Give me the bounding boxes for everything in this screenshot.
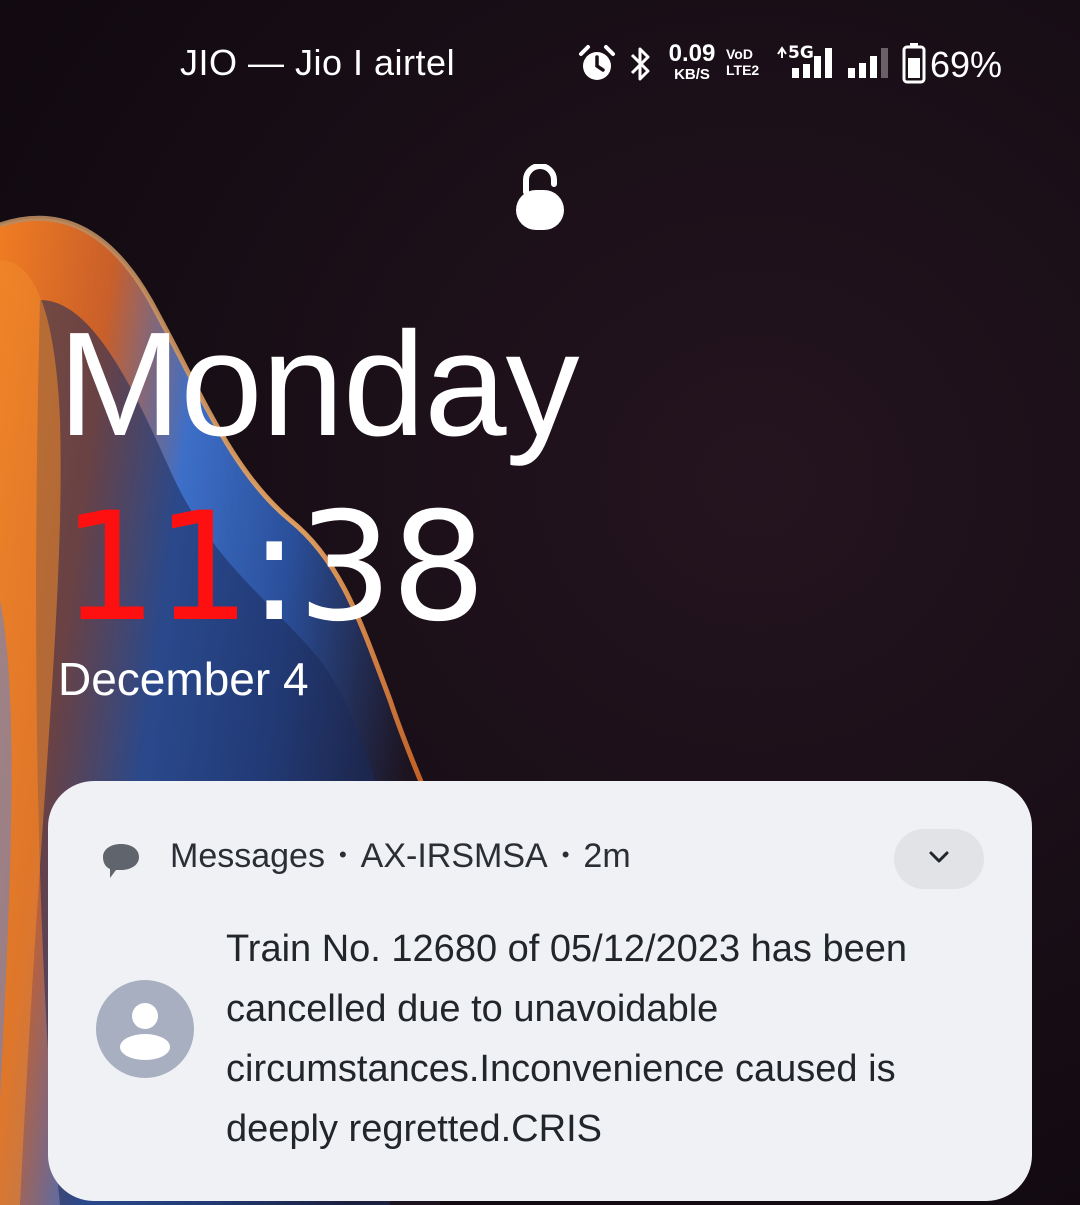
sim1-network-label: 5G [788,43,814,63]
signal-sim1-icon: 5G [774,42,838,87]
network-speed-unit: KB/S [674,66,710,83]
battery-icon [902,42,926,89]
date-label: December 4 [58,653,309,705]
volte-bottom-label: LTE2 [726,62,760,78]
chevron-down-icon [927,849,951,870]
carrier-label: JIO — Jio I airtel [180,42,456,83]
lock-clock: 11:38 [62,488,486,648]
weekday-label: Monday [58,302,580,467]
lock-icon[interactable] [514,163,566,237]
time-ago: 2m [583,837,631,875]
app-name: Messages [170,837,325,875]
message-notification[interactable]: Messages • AX-IRSMSA • 2m Train No. 12680 of… [48,781,1032,1201]
network-speed: 0.09 KB/S [664,40,720,83]
volte-indicator: VoD LTE2 [726,46,759,78]
bluetooth-icon [628,44,654,89]
clock-minutes: 38 [297,481,486,655]
avatar [96,980,194,1078]
notification-meta: Messages • AX-IRSMSA • 2m [170,837,631,876]
notification-header: Messages • AX-IRSMSA • 2m [48,781,1032,931]
lock-screen: JIO — Jio I airtel 0.09 KB/S VoD LTE2 5G… [0,0,1080,1205]
expand-button[interactable] [894,829,984,889]
messages-icon [100,841,142,886]
sender-name: AX-IRSMSA [360,837,548,875]
notification-body: Train No. 12680 of 05/12/2023 has been c… [226,928,907,1150]
meta-separator: • [338,842,347,867]
clock-separator: : [248,481,300,655]
alarm-icon [578,44,616,89]
signal-sim2-icon [846,42,894,87]
meta-separator: • [561,842,570,867]
clock-hours: 11 [62,481,251,655]
volte-top-label: VoD [726,46,753,62]
network-speed-value: 0.09 [668,40,716,67]
status-bar[interactable]: JIO — Jio I airtel 0.09 KB/S VoD LTE2 5G… [0,0,1080,130]
battery-percent: 69% [930,44,1003,85]
